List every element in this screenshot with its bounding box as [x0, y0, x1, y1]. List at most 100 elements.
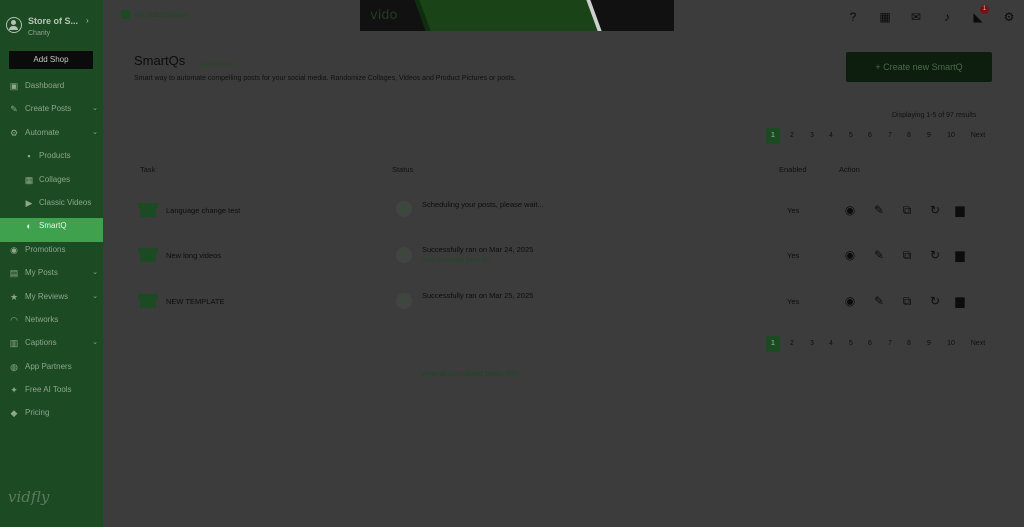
sidebar-item-label: Create Posts [25, 104, 72, 114]
page-9-button[interactable]: 9 [922, 128, 936, 144]
task-name[interactable]: NEW TEMPLATE [166, 297, 224, 306]
sidebar-item-products[interactable]: ▪ Products [0, 148, 103, 171]
calendar-icon[interactable]: ▦ [877, 9, 893, 25]
page-2-button[interactable]: 2 [785, 128, 799, 144]
chevron-down-icon: ⌄ [92, 105, 98, 113]
refresh-icon[interactable]: ↻ [928, 203, 942, 217]
partners-icon: ◍ [10, 361, 18, 372]
sidebar-item-free-ai-tools[interactable]: ✦ Free AI Tools [0, 382, 103, 405]
create-smartq-button[interactable]: + Create new SmartQ [846, 52, 992, 82]
subscriptions-icon [121, 10, 130, 19]
page-6-button[interactable]: 6 [863, 336, 877, 352]
promo-banner[interactable]: vido [360, 0, 674, 31]
sidebar-item-label: App Partners [25, 361, 72, 371]
top-bar: My Subscriptions vido ? ▦ ✉ ♪ ◣ 1 ⚙ [103, 0, 1024, 32]
page-6-button[interactable]: 6 [863, 128, 877, 144]
page-4-button[interactable]: 4 [824, 336, 838, 352]
sidebar-item-smartq[interactable]: ◐ SmartQ [0, 218, 103, 242]
sidebar-item-label: Collages [39, 174, 71, 184]
dashboard-icon: ▣ [9, 81, 19, 91]
copy-icon[interactable]: ⧉ [900, 294, 914, 308]
edit-pencil-icon[interactable]: ✎ [872, 203, 886, 217]
add-shop-button[interactable]: Add Shop [9, 51, 93, 69]
page-8-button[interactable]: 8 [902, 128, 916, 144]
page-3-button[interactable]: 3 [805, 336, 819, 352]
enabled-value[interactable]: Yes [787, 251, 799, 260]
banner-text: vido [370, 8, 398, 23]
sidebar-item-networks[interactable]: ◠ Networks [0, 312, 103, 335]
pagination-bottom: 1 2 3 4 5 6 7 8 9 10 Next [766, 336, 992, 352]
sidebar-item-label: Captions [25, 338, 57, 348]
trash-icon[interactable]: ▆ [953, 248, 967, 262]
banner-stripe [419, 0, 601, 31]
sidebar-item-label: Products [39, 151, 71, 161]
task-name[interactable]: Language change test [166, 206, 240, 215]
shirt-icon: ▪ [27, 151, 31, 162]
eye-icon[interactable]: ◉ [843, 248, 857, 262]
sidebar-item-pricing[interactable]: ◆ Pricing [0, 405, 103, 428]
sidebar-item-my-reviews[interactable]: ★ My Reviews ⌄ [0, 289, 103, 312]
bell-icon[interactable]: ♪ [939, 9, 955, 25]
edit-pencil-icon[interactable]: ✎ [872, 294, 886, 308]
sidebar-item-label: Networks [25, 314, 59, 324]
check-icon: ✓ [396, 247, 412, 263]
trash-icon[interactable]: ▆ [953, 203, 967, 217]
pagination-top: 1 2 3 4 5 6 7 8 9 10 Next [766, 128, 992, 144]
sidebar-item-captions[interactable]: ▥ Captions ⌄ [0, 335, 103, 358]
view-all-scheduled-link[interactable]: View all scheduled posts (95) [421, 369, 518, 378]
enabled-value[interactable]: Yes [787, 206, 799, 215]
page-10-button[interactable]: 10 [942, 336, 960, 352]
task-name[interactable]: New long videos [166, 251, 221, 260]
page-1-button[interactable]: 1 [766, 336, 780, 352]
page-1-button[interactable]: 1 [766, 128, 780, 144]
status-text: Successfully ran on Mar 24, 2025 [422, 245, 534, 254]
page-5-button[interactable]: 5 [844, 336, 858, 352]
page-5-button[interactable]: 5 [844, 128, 858, 144]
column-header-action: Action [839, 165, 860, 174]
captions-icon: ▥ [9, 338, 19, 349]
my-subscriptions-link[interactable]: My Subscriptions [121, 10, 188, 19]
page-8-button[interactable]: 8 [902, 336, 916, 352]
copy-icon[interactable]: ⧉ [900, 203, 914, 217]
next-page-button[interactable]: Next [966, 128, 990, 144]
edit-pencil-icon[interactable]: ✎ [872, 248, 886, 262]
sidebar: Store of S... › Charity Add Shop ▣ Dashb… [0, 0, 103, 527]
mail-icon[interactable]: ✉ [908, 9, 924, 25]
eye-icon[interactable]: ◉ [843, 203, 857, 217]
sidebar-item-app-partners[interactable]: ◍ App Partners [0, 359, 103, 382]
sidebar-item-create-posts[interactable]: ✎ Create Posts ⌄ [0, 101, 103, 124]
page-4-button[interactable]: 4 [824, 128, 838, 144]
help-icon[interactable]: ? [845, 9, 861, 25]
page-2-button[interactable]: 2 [785, 336, 799, 352]
sidebar-item-label: My Reviews [25, 291, 69, 301]
trash-icon[interactable]: ▆ [953, 294, 967, 308]
page-10-button[interactable]: 10 [942, 128, 960, 144]
enabled-value[interactable]: Yes [787, 297, 799, 306]
copy-icon[interactable]: ⧉ [900, 248, 914, 262]
sidebar-item-collages[interactable]: ▦ Collages [0, 172, 103, 195]
refresh-icon[interactable]: ↻ [928, 248, 942, 262]
sidebar-item-classic-videos[interactable]: ▶ Classic Videos [0, 195, 103, 218]
page-7-button[interactable]: 7 [883, 128, 897, 144]
settings-gear-icon[interactable]: ⚙ [1001, 9, 1017, 25]
sidebar-item-my-posts[interactable]: ▤ My Posts ⌄ [0, 265, 103, 288]
learn-more-link[interactable]: Learn more ⓘ [199, 58, 241, 68]
status-text: Scheduling your posts, please wait... [422, 200, 544, 209]
eye-icon[interactable]: ◉ [843, 294, 857, 308]
sidebar-item-promotions[interactable]: ◉ Promotions [0, 242, 103, 265]
page-7-button[interactable]: 7 [883, 336, 897, 352]
sidebar-item-automate[interactable]: ⚙ Automate ⌄ [0, 125, 103, 148]
sidebar-item-dashboard[interactable]: ▣ Dashboard [0, 78, 103, 101]
page-9-button[interactable]: 9 [922, 336, 936, 352]
sidebar-item-label: Free AI Tools [25, 385, 72, 395]
sidebar-nav: ▣ Dashboard ✎ Create Posts ⌄ ⚙ Automate … [0, 78, 103, 429]
view-scheduled-posts-link[interactable]: View scheduled posts (1) [422, 258, 489, 264]
next-page-button[interactable]: Next [966, 336, 990, 352]
sidebar-item-label: SmartQ [39, 221, 67, 231]
refresh-icon[interactable]: ↻ [928, 294, 942, 308]
sidebar-item-label: Dashboard [25, 81, 65, 90]
megaphone-icon[interactable]: ◣ 1 [970, 5, 989, 25]
page-3-button[interactable]: 3 [805, 128, 819, 144]
store-switcher[interactable]: Store of S... › Charity [4, 12, 102, 40]
posts-icon: ▤ [9, 268, 19, 279]
